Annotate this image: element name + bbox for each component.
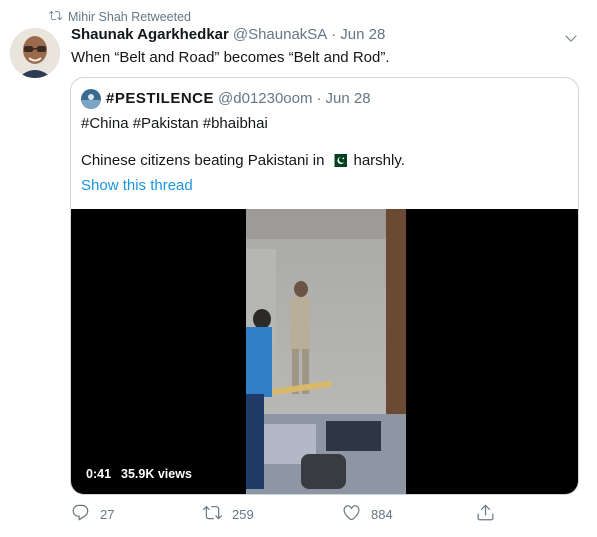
chevron-down-icon[interactable] (563, 30, 579, 46)
retweet-label: Mihir Shah Retweeted (68, 10, 191, 24)
video-meta: 0:41 35.9K views (86, 467, 192, 481)
quoted-author-avatar[interactable] (81, 89, 101, 109)
reply-icon (71, 503, 90, 525)
quoted-author-handle[interactable]: @d01230oom (218, 90, 312, 107)
tweet-time[interactable]: Jun 28 (340, 26, 385, 43)
like-count: 884 (371, 506, 393, 522)
pakistan-flag-icon (330, 154, 348, 167)
tweet-text: When “Belt and Road” becomes “Belt and R… (71, 49, 390, 66)
quoted-tweet-header: #PESTILENCE @d01230oom · Jun 28 (106, 90, 371, 107)
separator-dot: · (316, 90, 322, 107)
video-thumbnail (246, 209, 406, 494)
quoted-text-start: Chinese citizens beating Pakistani in (81, 152, 325, 169)
retweet-count: 259 (232, 506, 254, 522)
quoted-tweet-time[interactable]: Jun 28 (326, 90, 371, 107)
like-button[interactable]: 884 (342, 503, 393, 525)
video-player[interactable]: 0:41 35.9K views (71, 209, 578, 494)
separator-dot: · (331, 26, 337, 43)
quoted-hashtags: #China #Pakistan #bhaibhai (81, 115, 268, 132)
heart-icon (342, 503, 361, 525)
author-name[interactable]: Shaunak Agarkhedkar (71, 26, 229, 43)
share-icon (476, 503, 495, 525)
retweet-button[interactable]: 259 (203, 503, 254, 525)
tweet-header: Shaunak Agarkhedkar @ShaunakSA · Jun 28 (71, 26, 385, 43)
reply-count: 27 (100, 506, 115, 522)
author-handle[interactable]: @ShaunakSA (233, 26, 327, 43)
quoted-text: Chinese citizens beating Pakistani in ha… (81, 152, 405, 169)
quoted-text-end: harshly. (353, 152, 405, 169)
share-button[interactable] (476, 503, 495, 525)
quoted-tweet[interactable]: #PESTILENCE @d01230oom · Jun 28 #China #… (70, 77, 579, 495)
retweet-context: Mihir Shah Retweeted (49, 8, 191, 26)
author-avatar[interactable] (10, 28, 60, 78)
quoted-author-name[interactable]: #PESTILENCE (106, 90, 214, 107)
show-thread-link[interactable]: Show this thread (81, 177, 193, 194)
retweet-icon (49, 9, 63, 25)
reply-button[interactable]: 27 (71, 503, 114, 525)
retweet-icon (203, 503, 222, 525)
video-views: 35.9K views (121, 467, 192, 481)
tweet-card[interactable]: Mihir Shah Retweeted Shaunak Agarkhedkar… (0, 0, 597, 537)
tweet-actions: 27 259 884 (71, 503, 501, 527)
video-duration: 0:41 (86, 467, 112, 481)
